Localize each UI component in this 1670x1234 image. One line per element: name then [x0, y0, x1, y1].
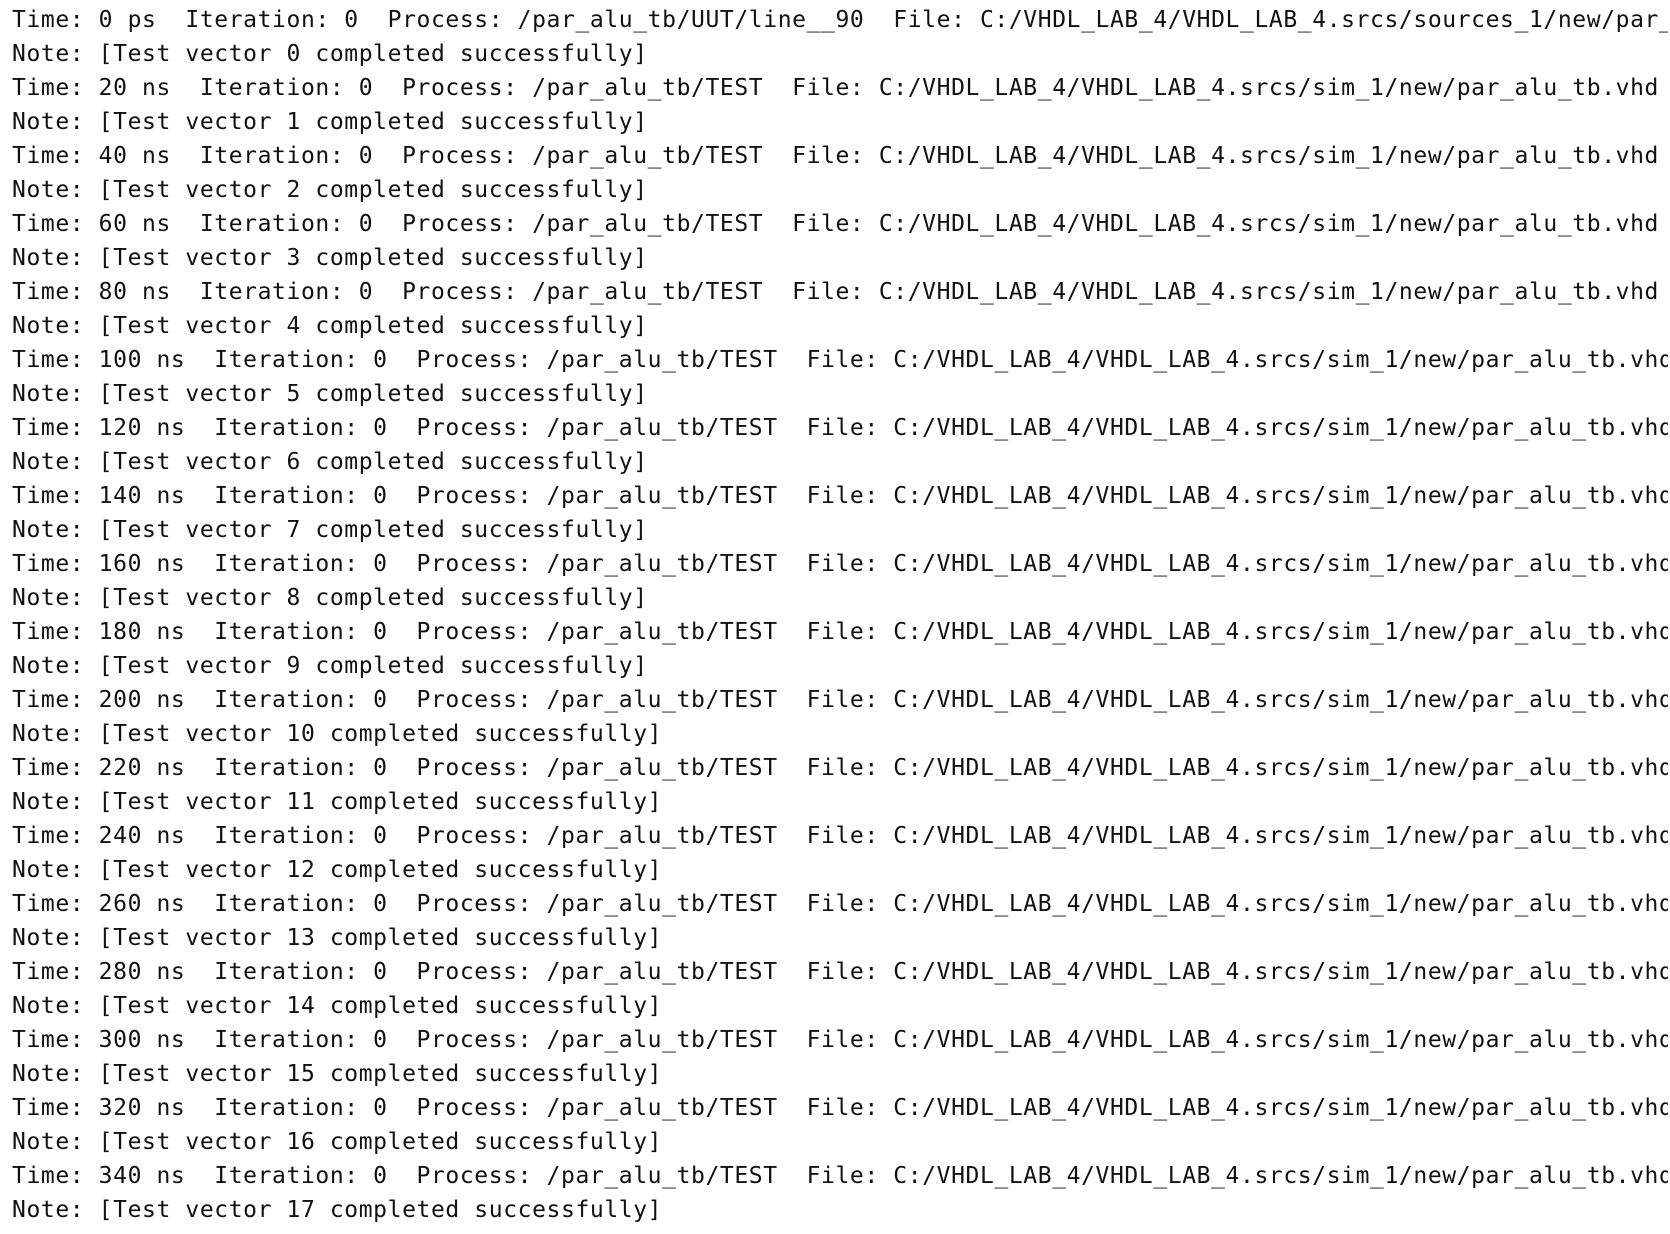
- log-line-note: Note: [Test vector 10 completed successf…: [12, 721, 663, 747]
- log-line-note: Note: [Test vector 17 completed successf…: [12, 1197, 663, 1223]
- log-line-time: Time: 100 ns Iteration: 0 Process: /par_…: [12, 347, 1668, 373]
- log-line-note: Note: [Test vector 1 completed successfu…: [12, 109, 648, 135]
- log-line-note: Note: [Test vector 14 completed successf…: [12, 993, 663, 1019]
- log-line-time: Time: 280 ns Iteration: 0 Process: /par_…: [12, 959, 1668, 985]
- log-line-time: Time: 240 ns Iteration: 0 Process: /par_…: [12, 823, 1668, 849]
- log-line-time: Time: 120 ns Iteration: 0 Process: /par_…: [12, 415, 1668, 441]
- log-line-time: Time: 220 ns Iteration: 0 Process: /par_…: [12, 755, 1668, 781]
- log-line-note: Note: [Test vector 15 completed successf…: [12, 1061, 663, 1087]
- log-line-time: Time: 300 ns Iteration: 0 Process: /par_…: [12, 1027, 1668, 1053]
- log-line-note: Note: [Test vector 4 completed successfu…: [12, 313, 648, 339]
- log-line-note: Note: [Test vector 6 completed successfu…: [12, 449, 648, 475]
- log-line-time: Time: 0 ps Iteration: 0 Process: /par_al…: [12, 7, 1668, 33]
- log-line-note: Note: [Test vector 2 completed successfu…: [12, 177, 648, 203]
- log-line-note: Note: [Test vector 7 completed successfu…: [12, 517, 648, 543]
- log-line-note: Note: [Test vector 8 completed successfu…: [12, 585, 648, 611]
- log-line-time: Time: 180 ns Iteration: 0 Process: /par_…: [12, 619, 1668, 645]
- log-line-note: Note: [Test vector 0 completed successfu…: [12, 41, 648, 67]
- log-line-time: Time: 40 ns Iteration: 0 Process: /par_a…: [12, 143, 1659, 169]
- log-line-time: Time: 320 ns Iteration: 0 Process: /par_…: [12, 1095, 1668, 1121]
- log-line-note: Note: [Test vector 11 completed successf…: [12, 789, 663, 815]
- log-line-time: Time: 20 ns Iteration: 0 Process: /par_a…: [12, 75, 1659, 101]
- log-line-time: Time: 340 ns Iteration: 0 Process: /par_…: [12, 1163, 1668, 1189]
- log-line-note: Note: [Test vector 12 completed successf…: [12, 857, 663, 883]
- log-line-note: Note: [Test vector 13 completed successf…: [12, 925, 663, 951]
- log-line-time: Time: 260 ns Iteration: 0 Process: /par_…: [12, 891, 1668, 917]
- log-line-time: Time: 140 ns Iteration: 0 Process: /par_…: [12, 483, 1668, 509]
- simulation-console-log: Time: 0 ps Iteration: 0 Process: /par_al…: [12, 0, 1668, 1234]
- log-line-time: Time: 200 ns Iteration: 0 Process: /par_…: [12, 687, 1668, 713]
- log-line-note: Note: [Test vector 5 completed successfu…: [12, 381, 648, 407]
- log-line-note: Note: [Test vector 9 completed successfu…: [12, 653, 648, 679]
- log-line-note: Note: [Test vector 16 completed successf…: [12, 1129, 663, 1155]
- log-line-time: Time: 80 ns Iteration: 0 Process: /par_a…: [12, 279, 1659, 305]
- log-line-note: Note: [Test vector 3 completed successfu…: [12, 245, 648, 271]
- log-line-time: Time: 160 ns Iteration: 0 Process: /par_…: [12, 551, 1668, 577]
- log-line-time: Time: 60 ns Iteration: 0 Process: /par_a…: [12, 211, 1659, 237]
